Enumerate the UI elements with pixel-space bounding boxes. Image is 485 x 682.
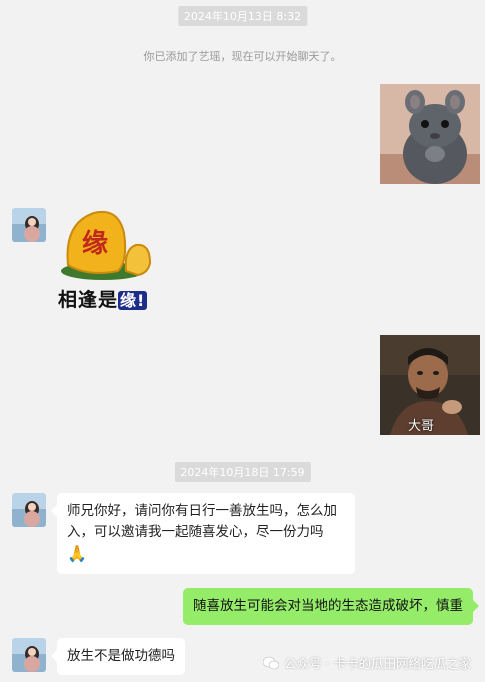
gold-stone-icon: 缘: [61, 211, 152, 280]
sticker-caption: 相逢是 缘!: [58, 285, 148, 311]
message-text: 师兄你好，请问你有日行一善放生吗，怎么加入，可以邀请我一起随喜发心，尽一份力吗: [67, 503, 337, 540]
message-text: 随喜放生可能会对当地的生态造成破坏，慎重: [193, 598, 463, 614]
sticker-caption-main: 相逢是: [58, 289, 119, 311]
timestamp-badge: 2024年10月18日 17:59: [174, 462, 311, 482]
wechat-icon: [263, 656, 280, 669]
meme-caption: 大哥: [408, 419, 435, 434]
watermark: 公众号 · 卡卡的瓜田网络吃瓜之家: [263, 653, 471, 672]
contact-avatar[interactable]: [12, 208, 46, 242]
fate-sticker[interactable]: 缘 相逢是 缘!: [58, 205, 158, 311]
avatar-image: [12, 208, 46, 242]
meme-photo[interactable]: 大哥: [380, 335, 480, 435]
pray-emoji-icon: 🙏: [67, 544, 87, 563]
avatar-image: [12, 493, 46, 527]
received-message-bubble[interactable]: 师兄你好，请问你有日行一善放生吗，怎么加入，可以邀请我一起随喜发心，尽一份力吗 …: [51, 493, 355, 574]
sent-message-bubble[interactable]: 随喜放生可能会对当地的生态造成破坏，慎重: [183, 588, 479, 625]
timestamp-badge: 2024年10月13日 8:32: [177, 6, 308, 26]
watermark-text: 公众号 · 卡卡的瓜田网络吃瓜之家: [284, 656, 471, 671]
contact-avatar[interactable]: [12, 493, 46, 527]
chinchilla-image: [380, 84, 480, 184]
chinchilla-photo[interactable]: [380, 84, 480, 184]
avatar-image: [12, 638, 46, 672]
message-text: 放生不是做功德吗: [67, 648, 175, 664]
received-message-bubble[interactable]: 放生不是做功德吗: [51, 638, 185, 675]
contact-avatar[interactable]: [12, 638, 46, 672]
sticker-caption-highlight: 缘!: [118, 291, 148, 310]
system-message: 你已添加了艺瑶，现在可以开始聊天了。: [143, 50, 342, 63]
sticker-seal-char: 缘: [82, 229, 108, 259]
